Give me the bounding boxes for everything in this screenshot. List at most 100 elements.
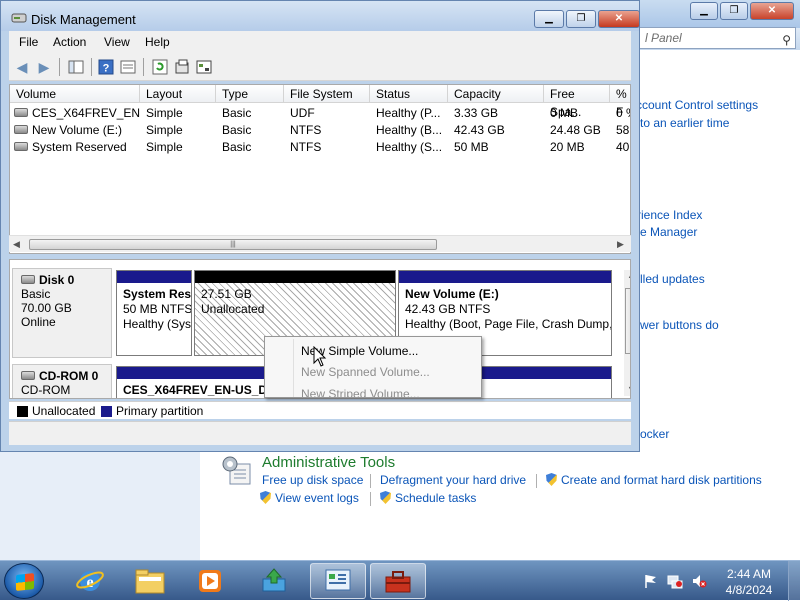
restore-link[interactable]: to an earlier time bbox=[640, 116, 729, 130]
back-arrow-icon[interactable]: ◀ bbox=[13, 58, 31, 76]
legend-primary-swatch bbox=[101, 406, 112, 417]
drive-icon bbox=[14, 125, 28, 134]
toolbar: ◀ ▶ ? bbox=[9, 53, 631, 81]
administrative-tools-title[interactable]: Administrative Tools bbox=[262, 454, 395, 471]
disk-management-icon bbox=[11, 13, 27, 23]
control-panel-icon bbox=[325, 569, 351, 591]
column-header-capacity[interactable]: Capacity bbox=[448, 85, 544, 103]
taskbar-media-player[interactable] bbox=[182, 563, 238, 599]
clock-date: 4/8/2024 bbox=[725, 583, 773, 597]
minimize-button[interactable]: ▁ bbox=[534, 10, 564, 28]
schedule-tasks-link[interactable]: Schedule tasks bbox=[380, 491, 476, 505]
uac-shield-icon bbox=[546, 473, 557, 486]
search-icon[interactable]: ⚲ bbox=[782, 30, 791, 50]
setup-icon bbox=[262, 568, 286, 592]
folder-icon bbox=[135, 569, 165, 594]
start-button[interactable] bbox=[4, 563, 44, 599]
windows-logo-icon bbox=[16, 573, 34, 591]
menu-help[interactable]: Help bbox=[145, 35, 170, 49]
taskbar-internet-explorer[interactable]: e bbox=[62, 563, 118, 599]
cdrom-0-label[interactable]: CD-ROM 0 CD-ROM bbox=[12, 364, 112, 398]
svg-text:?: ? bbox=[103, 63, 110, 75]
context-menu: New Simple Volume... New Spanned Volume.… bbox=[264, 336, 482, 398]
view-event-logs-link[interactable]: View event logs bbox=[260, 491, 359, 505]
column-header-type[interactable]: Type bbox=[216, 85, 284, 103]
legend: Unallocated Primary partition bbox=[9, 401, 631, 419]
system-clock[interactable]: 2:44 AM 4/8/2024 bbox=[716, 566, 782, 598]
administrative-tools-icon bbox=[222, 456, 251, 485]
column-header-layout[interactable]: Layout bbox=[140, 85, 216, 103]
close-button[interactable]: ✕ bbox=[598, 10, 640, 28]
action-center-flag-icon[interactable] bbox=[643, 573, 659, 589]
scroll-left-icon[interactable]: ◀ bbox=[13, 239, 20, 250]
column-header-volume[interactable]: Volume bbox=[10, 85, 140, 103]
scrollbar-thumb[interactable] bbox=[625, 288, 630, 354]
legend-unallocated-label: Unallocated bbox=[32, 404, 96, 418]
taskbar: e 2:44 AM 4/8/2024 bbox=[0, 560, 800, 601]
uac-shield-icon bbox=[380, 491, 391, 504]
console-tree-icon[interactable] bbox=[67, 58, 85, 76]
scroll-down-icon[interactable]: ▼ bbox=[627, 384, 630, 394]
forward-arrow-icon[interactable]: ▶ bbox=[35, 58, 53, 76]
new-striped-volume-menu-item[interactable]: New Striped Volume... bbox=[301, 387, 420, 397]
legend-unallocated-swatch bbox=[17, 406, 28, 417]
status-bar bbox=[9, 421, 631, 445]
clock-time: 2:44 AM bbox=[726, 567, 772, 581]
taskbar-computer-management[interactable] bbox=[370, 563, 426, 599]
rescan-disks-icon[interactable] bbox=[173, 58, 191, 76]
scroll-up-icon[interactable]: ▲ bbox=[627, 270, 630, 280]
maximize-button[interactable]: ❐ bbox=[566, 10, 596, 28]
mouse-cursor-icon bbox=[313, 346, 327, 367]
volume-muted-icon[interactable] bbox=[691, 573, 707, 589]
volume-list: Volume Layout Type File System Status Ca… bbox=[9, 84, 631, 254]
vertical-scrollbar[interactable]: ▲ ▼ bbox=[624, 270, 630, 396]
drive-icon bbox=[14, 108, 28, 117]
drive-icon bbox=[14, 142, 28, 151]
disk-management-titlebar[interactable]: Disk Management ▁ ❐ ✕ bbox=[1, 1, 640, 31]
cp-close-button[interactable]: ✕ bbox=[750, 2, 794, 20]
cdrom-icon bbox=[21, 371, 35, 380]
network-icon[interactable] bbox=[667, 573, 683, 589]
taskbar-control-panel[interactable] bbox=[310, 563, 366, 599]
legend-primary-label: Primary partition bbox=[116, 404, 204, 418]
uac-shield-icon bbox=[260, 491, 271, 504]
device-manager-link[interactable]: e Manager bbox=[640, 225, 697, 239]
scroll-right-icon[interactable]: ▶ bbox=[617, 239, 624, 250]
show-desktop-button[interactable] bbox=[788, 561, 800, 601]
taskbar-setup[interactable] bbox=[246, 563, 302, 599]
refresh-icon[interactable] bbox=[151, 58, 169, 76]
disk-0-label[interactable]: Disk 0 Basic 70.00 GB Online bbox=[12, 268, 112, 358]
media-player-icon bbox=[199, 570, 221, 592]
menu-file[interactable]: File bbox=[19, 35, 38, 49]
installed-updates-link[interactable]: lled updates bbox=[640, 272, 705, 286]
toolbox-icon bbox=[385, 571, 411, 593]
horizontal-scrollbar[interactable]: ◀ ||| ▶ bbox=[9, 235, 631, 252]
scrollbar-thumb[interactable]: ||| bbox=[29, 239, 437, 250]
cp-search-placeholder: l Panel bbox=[645, 31, 682, 45]
column-header-percent-free[interactable]: % F bbox=[610, 85, 630, 119]
create-format-partitions-link[interactable]: Create and format hard disk partitions bbox=[546, 473, 762, 487]
partition-system-reserved[interactable]: System Res 50 MB NTFS Healthy (Sys bbox=[116, 270, 192, 356]
bitlocker-link[interactable]: ocker bbox=[640, 427, 669, 441]
uac-settings-link[interactable]: ccount Control settings bbox=[636, 98, 758, 112]
column-header-free-space[interactable]: Free Spa... bbox=[544, 85, 610, 119]
cp-minimize-button[interactable]: ▁ bbox=[690, 2, 718, 20]
disk-settings-icon[interactable] bbox=[195, 58, 213, 76]
window-title: Disk Management bbox=[31, 12, 136, 27]
column-header-file-system[interactable]: File System bbox=[284, 85, 370, 103]
properties-icon[interactable] bbox=[119, 58, 137, 76]
disk-icon bbox=[21, 275, 35, 284]
free-disk-space-link[interactable]: Free up disk space bbox=[262, 473, 363, 487]
help-icon[interactable]: ? bbox=[97, 58, 115, 76]
menu-bar: File Action View Help bbox=[9, 31, 631, 53]
administrative-tools-section: Administrative Tools Free up disk space … bbox=[220, 454, 800, 514]
menu-view[interactable]: View bbox=[104, 35, 130, 49]
column-header-status[interactable]: Status bbox=[370, 85, 448, 103]
taskbar-explorer[interactable] bbox=[122, 563, 178, 599]
defragment-link[interactable]: Defragment your hard drive bbox=[380, 473, 526, 487]
experience-index-link[interactable]: rience Index bbox=[637, 208, 702, 222]
menu-action[interactable]: Action bbox=[53, 35, 86, 49]
internet-explorer-icon: e bbox=[76, 571, 104, 591]
power-buttons-link[interactable]: wer buttons do bbox=[640, 318, 719, 332]
cp-maximize-button[interactable]: ❐ bbox=[720, 2, 748, 20]
